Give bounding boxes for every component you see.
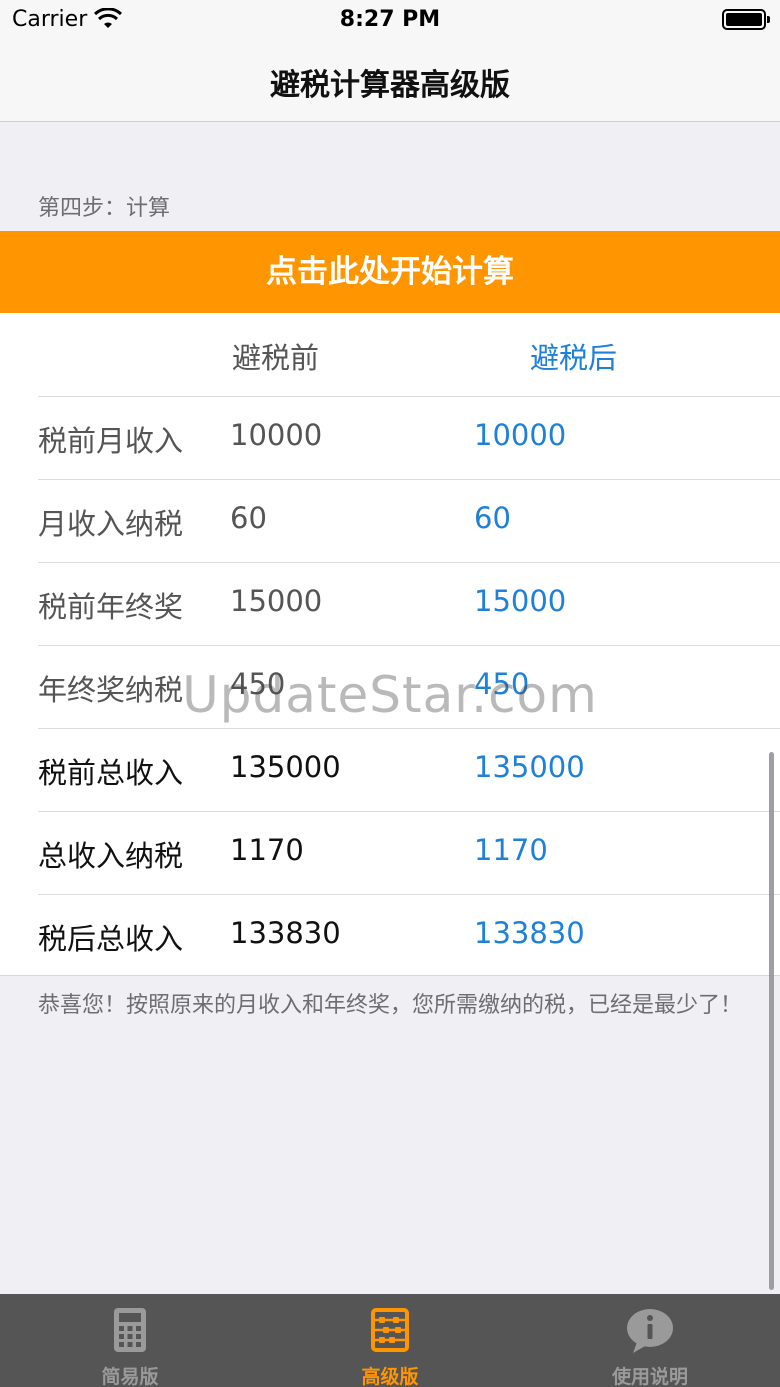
value-after: 135000 — [474, 750, 585, 784]
row-label: 税前总收入 — [38, 756, 184, 790]
tab-simple[interactable]: 简易版 — [0, 1294, 260, 1387]
tab-instructions[interactable]: 使用说明 — [520, 1294, 780, 1387]
navigation-bar: 避税计算器高级版 — [0, 40, 780, 122]
table-row: 税前年终奖 15000 15000 — [0, 562, 780, 645]
watermark: UpdateStar.com — [182, 666, 598, 724]
value-before: 135000 — [230, 750, 341, 784]
value-after: 10000 — [474, 418, 567, 452]
results-table: 避税前 避税后 税前月收入 10000 10000 月收入纳税 60 60 税前… — [0, 313, 780, 976]
row-label: 总收入纳税 — [38, 839, 184, 873]
tab-bar: 简易版 高级版 使用说明 — [0, 1294, 780, 1387]
scrollbar[interactable] — [769, 752, 774, 1290]
row-label: 月收入纳税 — [38, 507, 184, 541]
calculator-icon — [114, 1308, 146, 1352]
value-before: 15000 — [230, 584, 323, 618]
value-after: 60 — [474, 501, 511, 535]
abacus-icon — [371, 1308, 409, 1352]
value-before: 10000 — [230, 418, 323, 452]
row-label: 税前年终奖 — [38, 590, 184, 624]
tab-label: 简易版 — [101, 1366, 159, 1387]
tab-label: 高级版 — [361, 1366, 419, 1387]
value-after: 133830 — [474, 916, 585, 950]
table-row: 总收入纳税 1170 1170 — [0, 811, 780, 894]
step-label: 第四步：计算 — [38, 196, 171, 221]
column-header-after: 避税后 — [530, 341, 618, 375]
table-header: 避税前 避税后 — [0, 313, 780, 396]
row-label: 税后总收入 — [38, 922, 184, 956]
page-title: 避税计算器高级版 — [270, 68, 510, 103]
value-before: 60 — [230, 501, 267, 535]
tab-advanced[interactable]: 高级版 — [260, 1294, 520, 1387]
table-row: 月收入纳税 60 60 — [0, 479, 780, 562]
info-bubble-icon — [627, 1309, 673, 1353]
result-message: 恭喜您！按照原来的月收入和年终奖，您所需缴纳的税，已经是最少了！ — [38, 993, 743, 1018]
value-after: 15000 — [474, 584, 567, 618]
table-row: 税前总收入 135000 135000 — [0, 728, 780, 811]
status-bar: Carrier 8:27 PM — [0, 0, 780, 40]
tab-label: 使用说明 — [611, 1366, 688, 1387]
start-calculation-button[interactable]: 点击此处开始计算 — [0, 231, 780, 313]
value-before: 133830 — [230, 916, 341, 950]
battery-icon — [722, 9, 770, 30]
value-before: 1170 — [230, 833, 304, 867]
value-after: 1170 — [474, 833, 548, 867]
status-time: 8:27 PM — [339, 7, 441, 32]
row-label: 税前月收入 — [38, 424, 184, 458]
table-row: 税前月收入 10000 10000 — [0, 396, 780, 479]
column-header-before: 避税前 — [232, 341, 320, 375]
table-row: 税后总收入 133830 133830 — [0, 894, 780, 977]
